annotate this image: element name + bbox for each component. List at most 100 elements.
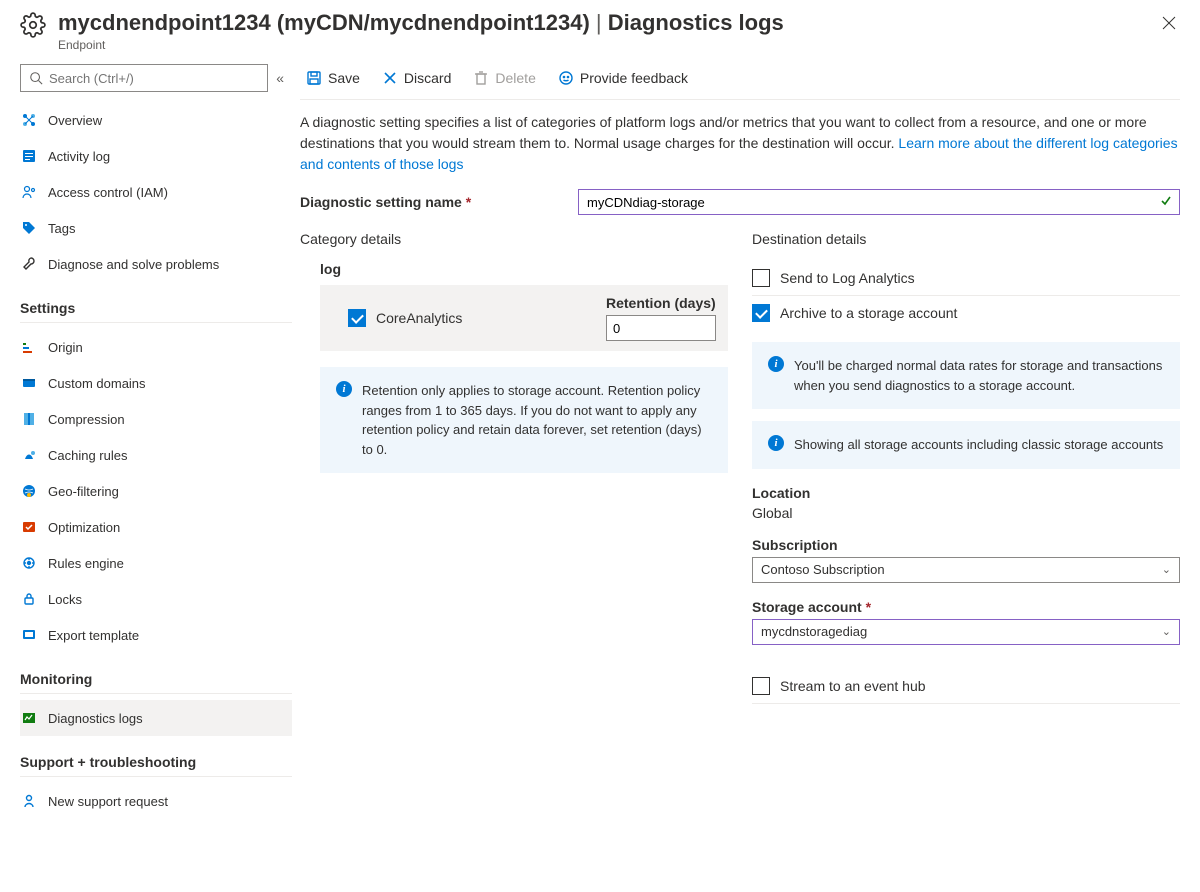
discard-button[interactable]: Discard	[376, 64, 457, 92]
domains-icon	[20, 374, 38, 392]
log-header: log	[320, 261, 728, 277]
collapse-sidebar-button[interactable]: «	[268, 70, 292, 86]
export-icon	[20, 626, 38, 644]
subscription-select[interactable]: Contoso Subscription ⌄	[752, 557, 1180, 583]
log-analytics-checkbox[interactable]	[752, 269, 770, 287]
search-input[interactable]	[49, 71, 259, 86]
sidebar-item-label: Geo-filtering	[48, 484, 119, 499]
sidebar-item-label: Access control (IAM)	[48, 185, 168, 200]
feedback-icon	[558, 70, 574, 86]
storage-account-label: Storage account *	[752, 599, 1180, 615]
sidebar-item-label: Caching rules	[48, 448, 128, 463]
setting-name-input[interactable]	[578, 189, 1180, 215]
sidebar-item-origin[interactable]: Origin	[20, 329, 292, 365]
description: A diagnostic setting specifies a list of…	[300, 112, 1180, 175]
dest-option-label: Send to Log Analytics	[780, 270, 915, 286]
sidebar-item-caching-rules[interactable]: Caching rules	[20, 437, 292, 473]
discard-icon	[382, 70, 398, 86]
search-input-wrap[interactable]	[20, 64, 268, 92]
gear-icon	[20, 12, 46, 41]
retention-info-box: i Retention only applies to storage acco…	[320, 367, 728, 473]
delete-icon	[473, 70, 489, 86]
sidebar-item-label: Origin	[48, 340, 83, 355]
dest-storage-row[interactable]: Archive to a storage account	[752, 296, 1180, 330]
caching-icon	[20, 446, 38, 464]
sidebar-section-support: Support + troubleshooting	[20, 754, 292, 777]
dest-event-hub-row[interactable]: Stream to an event hub	[752, 669, 1180, 704]
location-value: Global	[752, 505, 1180, 521]
globe-icon	[20, 482, 38, 500]
sidebar-item-label: Compression	[48, 412, 125, 427]
sidebar-item-new-support-request[interactable]: New support request	[20, 783, 292, 819]
sidebar: « Overview Activity log Access control (…	[0, 56, 292, 892]
destination-details-title: Destination details	[752, 231, 1180, 247]
overview-icon	[20, 111, 38, 129]
location-label: Location	[752, 485, 1180, 501]
log-category-label: CoreAnalytics	[376, 310, 462, 326]
dest-option-label: Archive to a storage account	[780, 305, 957, 321]
sidebar-item-label: Tags	[48, 221, 75, 236]
close-button[interactable]	[1158, 10, 1180, 39]
check-icon	[1160, 195, 1172, 210]
rules-icon	[20, 554, 38, 572]
sidebar-item-label: Overview	[48, 113, 102, 128]
sidebar-item-export-template[interactable]: Export template	[20, 617, 292, 653]
sidebar-item-activity-log[interactable]: Activity log	[20, 138, 292, 174]
sidebar-item-label: Diagnostics logs	[48, 711, 143, 726]
sidebar-item-compression[interactable]: Compression	[20, 401, 292, 437]
sidebar-item-optimization[interactable]: Optimization	[20, 509, 292, 545]
sidebar-item-label: Diagnose and solve problems	[48, 257, 219, 272]
sidebar-item-label: New support request	[48, 794, 168, 809]
sidebar-section-monitoring: Monitoring	[20, 671, 292, 694]
access-control-icon	[20, 183, 38, 201]
info-icon: i	[768, 356, 784, 372]
sidebar-item-diagnostics-logs[interactable]: Diagnostics logs	[20, 700, 292, 736]
event-hub-checkbox[interactable]	[752, 677, 770, 695]
lock-icon	[20, 590, 38, 608]
sidebar-item-diagnose-solve[interactable]: Diagnose and solve problems	[20, 246, 292, 282]
setting-name-label: Diagnostic setting name *	[300, 194, 578, 210]
sidebar-item-label: Export template	[48, 628, 139, 643]
sidebar-item-geo-filtering[interactable]: Geo-filtering	[20, 473, 292, 509]
toolbar: Save Discard Delete Provide feedback	[300, 56, 1180, 100]
core-analytics-checkbox[interactable]	[348, 309, 366, 327]
page-title: mycdnendpoint1234 (myCDN/mycdnendpoint12…	[58, 10, 1158, 36]
origin-icon	[20, 338, 38, 356]
sidebar-item-tags[interactable]: Tags	[20, 210, 292, 246]
save-button[interactable]: Save	[300, 64, 366, 92]
compression-icon	[20, 410, 38, 428]
sidebar-item-overview[interactable]: Overview	[20, 102, 292, 138]
storage-checkbox[interactable]	[752, 304, 770, 322]
sidebar-item-rules-engine[interactable]: Rules engine	[20, 545, 292, 581]
sidebar-item-access-control[interactable]: Access control (IAM)	[20, 174, 292, 210]
search-icon	[29, 71, 43, 85]
sidebar-item-label: Custom domains	[48, 376, 146, 391]
page-subtitle: Endpoint	[58, 38, 1158, 52]
log-category-row: CoreAnalytics Retention (days)	[320, 285, 728, 351]
activity-log-icon	[20, 147, 38, 165]
diagnose-icon	[20, 255, 38, 273]
retention-header: Retention (days)	[606, 295, 716, 311]
dest-log-analytics-row[interactable]: Send to Log Analytics	[752, 261, 1180, 296]
subscription-label: Subscription	[752, 537, 1180, 553]
category-details-title: Category details	[300, 231, 728, 247]
info-icon: i	[768, 435, 784, 451]
retention-input[interactable]	[606, 315, 716, 341]
sidebar-item-label: Optimization	[48, 520, 120, 535]
sidebar-item-label: Rules engine	[48, 556, 124, 571]
sidebar-item-locks[interactable]: Locks	[20, 581, 292, 617]
chevron-down-icon: ⌄	[1162, 625, 1171, 638]
delete-button: Delete	[467, 64, 541, 92]
optimization-icon	[20, 518, 38, 536]
sidebar-item-label: Locks	[48, 592, 82, 607]
storage-list-info: i Showing all storage accounts including…	[752, 421, 1180, 469]
save-icon	[306, 70, 322, 86]
feedback-button[interactable]: Provide feedback	[552, 64, 694, 92]
dest-option-label: Stream to an event hub	[780, 678, 926, 694]
sidebar-item-custom-domains[interactable]: Custom domains	[20, 365, 292, 401]
storage-account-select[interactable]: mycdnstoragediag ⌄	[752, 619, 1180, 645]
storage-charge-info: i You'll be charged normal data rates fo…	[752, 342, 1180, 409]
tags-icon	[20, 219, 38, 237]
sidebar-section-settings: Settings	[20, 300, 292, 323]
diagnostics-icon	[20, 709, 38, 727]
